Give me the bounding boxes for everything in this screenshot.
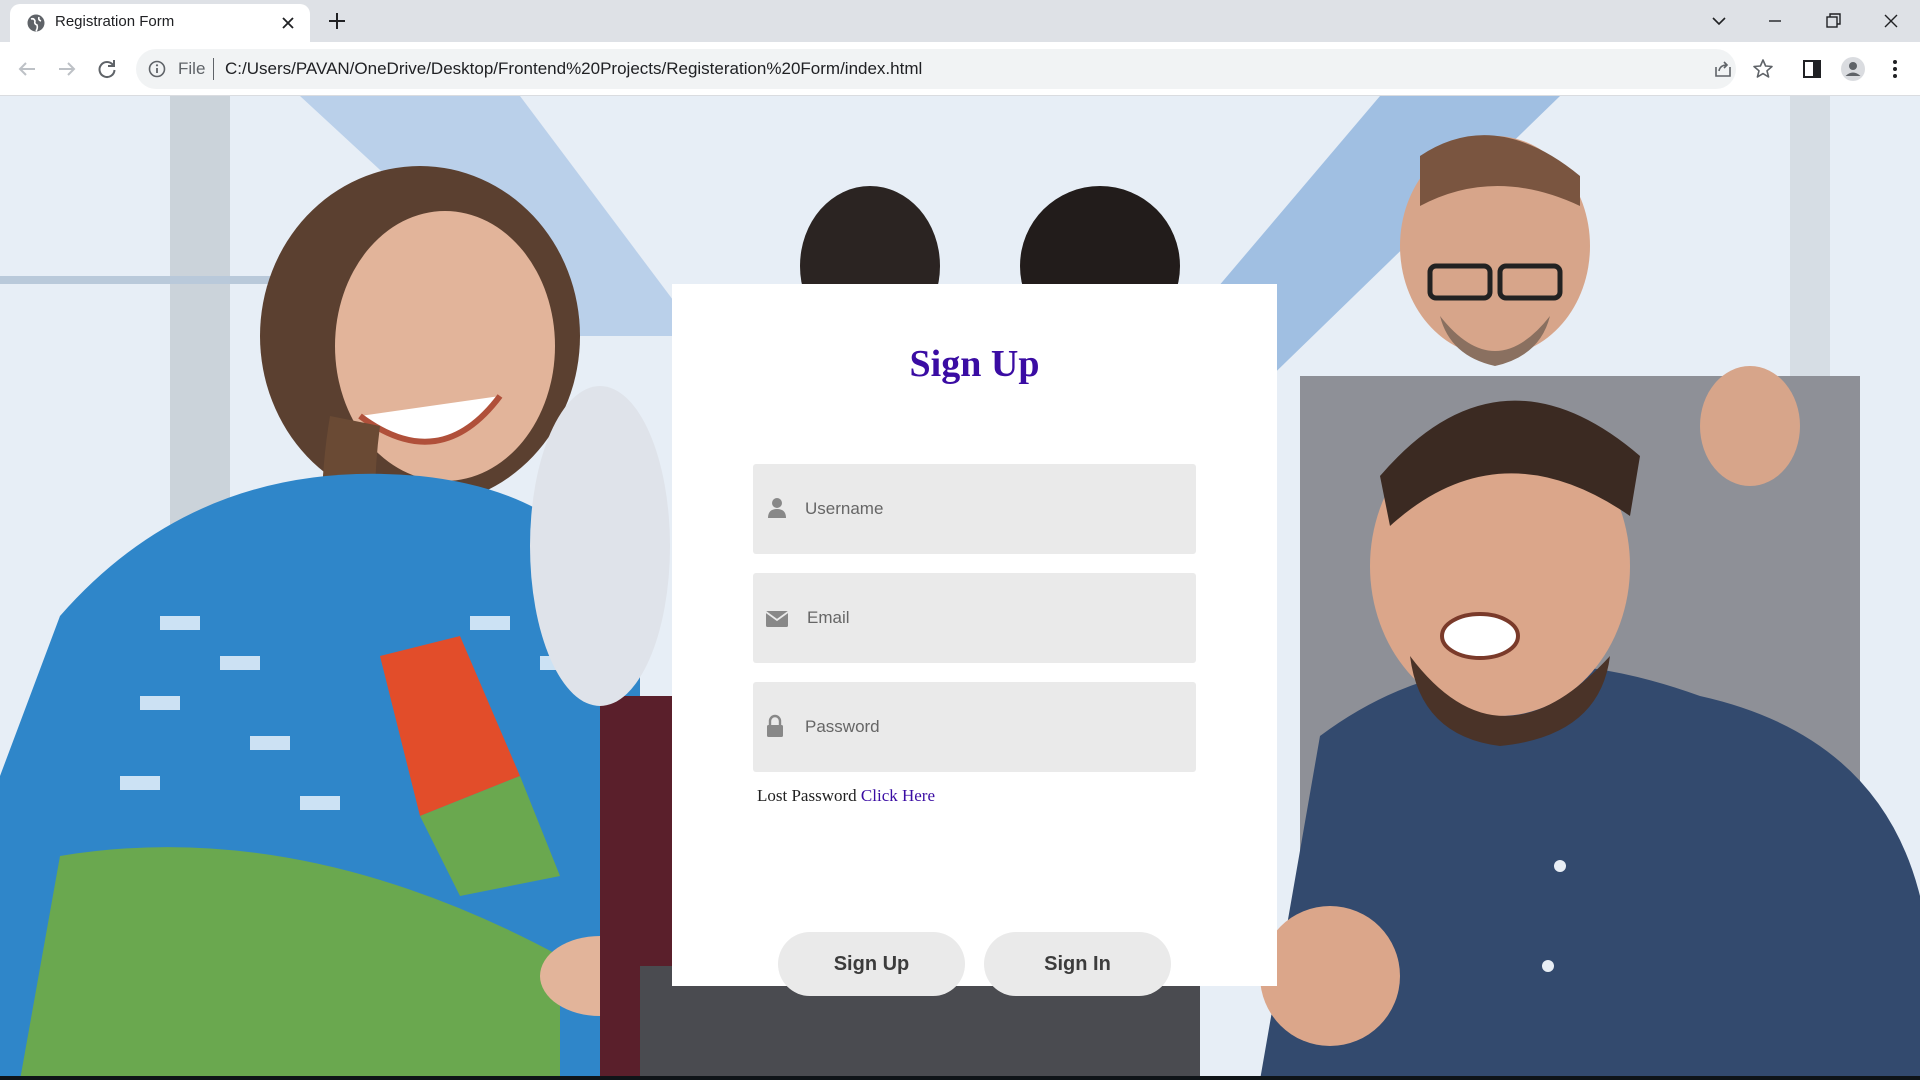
user-icon	[768, 498, 786, 518]
more-vert-icon[interactable]	[1882, 56, 1908, 82]
signup-button[interactable]: Sign Up	[778, 932, 965, 996]
lost-password-label: Lost Password	[757, 786, 857, 805]
close-icon[interactable]	[280, 15, 296, 31]
url-text[interactable]: C:/Users/PAVAN/OneDrive/Desktop/Frontend…	[225, 59, 922, 79]
lock-icon	[767, 714, 783, 737]
side-panel-icon[interactable]	[1799, 56, 1825, 82]
email-field[interactable]	[753, 573, 1196, 663]
signin-button[interactable]: Sign In	[984, 932, 1171, 996]
restore-icon[interactable]	[1820, 8, 1846, 34]
plus-icon[interactable]	[326, 10, 348, 32]
back-arrow-icon[interactable]	[14, 56, 40, 82]
address-bar[interactable]: File C:/Users/PAVAN/OneDrive/Desktop/Fro…	[136, 49, 1736, 89]
chevron-down-icon[interactable]	[1706, 8, 1732, 34]
email-input[interactable]	[807, 573, 1187, 663]
page-title: Sign Up	[909, 343, 1040, 385]
toolbar: File C:/Users/PAVAN/OneDrive/Desktop/Fro…	[0, 42, 1920, 96]
lost-password-link[interactable]: Click Here	[861, 786, 935, 805]
browser-chrome: Registration Form File C:/Users/PAVAN/On…	[0, 0, 1920, 96]
username-field[interactable]	[753, 464, 1196, 554]
page-viewport: Sign Up Lost Password Click Here	[0, 96, 1920, 1080]
tab-registration-form[interactable]: Registration Form	[10, 4, 310, 42]
signup-card: Sign Up Lost Password Click Here	[672, 284, 1277, 996]
profile-icon[interactable]	[1840, 56, 1866, 82]
minimize-icon[interactable]	[1762, 8, 1788, 34]
window-close-icon[interactable]	[1878, 8, 1904, 34]
url-separator	[213, 58, 214, 80]
password-field[interactable]	[753, 682, 1196, 772]
info-icon[interactable]	[148, 60, 166, 78]
url-scheme: File	[178, 59, 206, 78]
username-input[interactable]	[805, 464, 1185, 554]
share-icon[interactable]	[1710, 56, 1736, 82]
lost-password-row: Lost Password Click Here	[757, 786, 935, 806]
bottom-edge	[0, 1076, 1920, 1080]
reload-icon[interactable]	[94, 56, 120, 82]
tab-strip: Registration Form	[0, 0, 1920, 42]
star-icon[interactable]	[1750, 56, 1776, 82]
forward-arrow-icon[interactable]	[54, 56, 80, 82]
tab-title: Registration Form	[55, 13, 175, 30]
password-input[interactable]	[805, 682, 1185, 772]
globe-icon	[27, 14, 45, 32]
envelope-icon	[765, 611, 789, 627]
